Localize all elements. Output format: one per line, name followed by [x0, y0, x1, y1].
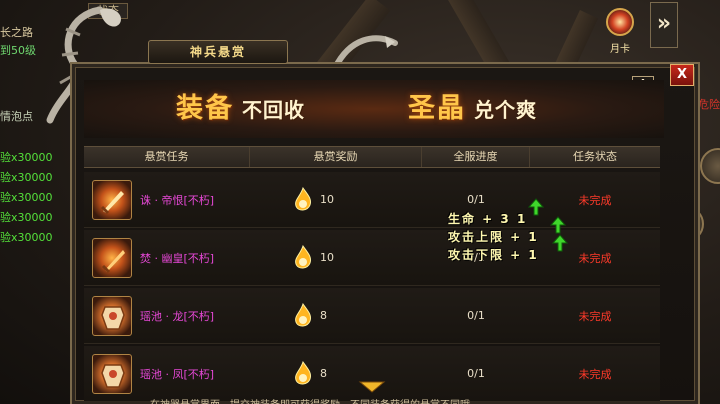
- expand-arrow-button[interactable]: »: [650, 2, 678, 48]
- stat-gain-attack-max: 攻击上限 + 1: [448, 230, 539, 244]
- item-name: 瑶池 · 凤[不朽]: [140, 367, 215, 381]
- exp-reward: 验x30000: [0, 231, 53, 244]
- stat-gain-hp: 生命 + 3 1: [448, 212, 528, 226]
- banner-right-small: 兑个爽: [474, 98, 537, 122]
- item-name: 诛 · 帝恨[不朽]: [140, 193, 215, 207]
- quest-title: 长之路: [0, 26, 33, 39]
- flame-crystal-icon: [295, 244, 311, 268]
- green-up-arrow-icon: [528, 198, 544, 216]
- banner-right-big: 圣晶: [408, 93, 466, 124]
- header-status: 任务状态: [573, 150, 617, 163]
- flame-crystal-icon: [295, 360, 311, 384]
- flame-crystal-icon: [295, 302, 311, 326]
- exp-reward: 验x30000: [0, 191, 53, 204]
- stat-gain-attack-min: 攻击下限 + 1: [448, 248, 539, 262]
- sword-item-icon[interactable]: [92, 237, 132, 278]
- green-up-arrow-icon: [552, 234, 568, 252]
- task-status: 未完成: [578, 251, 612, 265]
- banner-left-big: 装备: [176, 93, 234, 124]
- flame-crystal-icon: [295, 186, 311, 210]
- bubble-hint: 情泡点: [0, 110, 33, 123]
- reward-amount: 10: [320, 251, 334, 264]
- task-status: 未完成: [578, 367, 612, 381]
- header-task: 悬赏任务: [84, 147, 250, 167]
- server-progress: 0/1: [467, 367, 485, 380]
- banner-right: 圣晶 兑个爽: [408, 86, 537, 125]
- header-progress: 全服进度: [422, 147, 530, 167]
- item-name: 瑶池 · 龙[不朽]: [140, 309, 215, 323]
- banner-left-small: 不回收: [242, 98, 305, 122]
- scroll-down-arrow-icon[interactable]: [358, 380, 386, 394]
- header-reward: 悬赏奖励: [250, 147, 422, 167]
- footer-hint: 在神器悬赏界面，提交神装备即可获得奖励，不同装备获得的悬赏不同哦: [150, 396, 470, 404]
- sword-item-icon[interactable]: [92, 179, 132, 220]
- quest-tracker[interactable]: 长之路 到50级: [0, 24, 36, 60]
- table-header: 悬赏任务 悬赏奖励 全服进度 任务状态: [84, 146, 660, 168]
- table-row[interactable]: 诛 · 帝恨[不朽] 10 0/1 未完成: [84, 172, 660, 228]
- monthly-card-label: 月卡: [610, 44, 630, 55]
- reward-amount: 10: [320, 193, 334, 206]
- monthly-card-icon: [606, 8, 634, 36]
- task-status: 未完成: [578, 309, 612, 323]
- exp-reward: 验x30000: [0, 171, 53, 184]
- table-row[interactable]: 瑶池 · 龙[不朽] 8 0/1 未完成: [84, 288, 660, 344]
- armor-item-icon[interactable]: [92, 295, 132, 336]
- exp-reward: 验x30000: [0, 211, 53, 224]
- exp-reward-list: 验x30000 验x30000 验x30000 验x30000 验x30000: [0, 148, 70, 248]
- banner-left: 装备 不回收: [176, 86, 305, 125]
- green-up-arrow-icon: [550, 216, 566, 234]
- quest-level: 到50级: [0, 44, 36, 57]
- armor-item-icon[interactable]: [92, 353, 132, 394]
- reward-amount: 8: [320, 309, 327, 322]
- promo-banner: [84, 80, 664, 138]
- close-button[interactable]: X: [670, 64, 694, 86]
- server-progress: 0/1: [467, 309, 485, 322]
- exp-reward: 验x30000: [0, 151, 53, 164]
- reward-amount: 8: [320, 367, 327, 380]
- table-row[interactable]: 焚 · 幽皇[不朽] 10 0/1 未完成: [84, 230, 660, 286]
- monthly-card-button[interactable]: 月卡: [602, 8, 638, 56]
- server-progress: 0/1: [467, 193, 485, 206]
- panel-title: 神兵悬赏: [148, 40, 288, 64]
- right-warning-text: 危险: [698, 98, 720, 111]
- task-status: 未完成: [578, 193, 612, 207]
- bounty-list: 诛 · 帝恨[不朽] 10 0/1 未完成 焚 · 幽皇[不朽] 10 0/1 …: [84, 172, 660, 404]
- item-name: 焚 · 幽皇[不朽]: [140, 251, 215, 265]
